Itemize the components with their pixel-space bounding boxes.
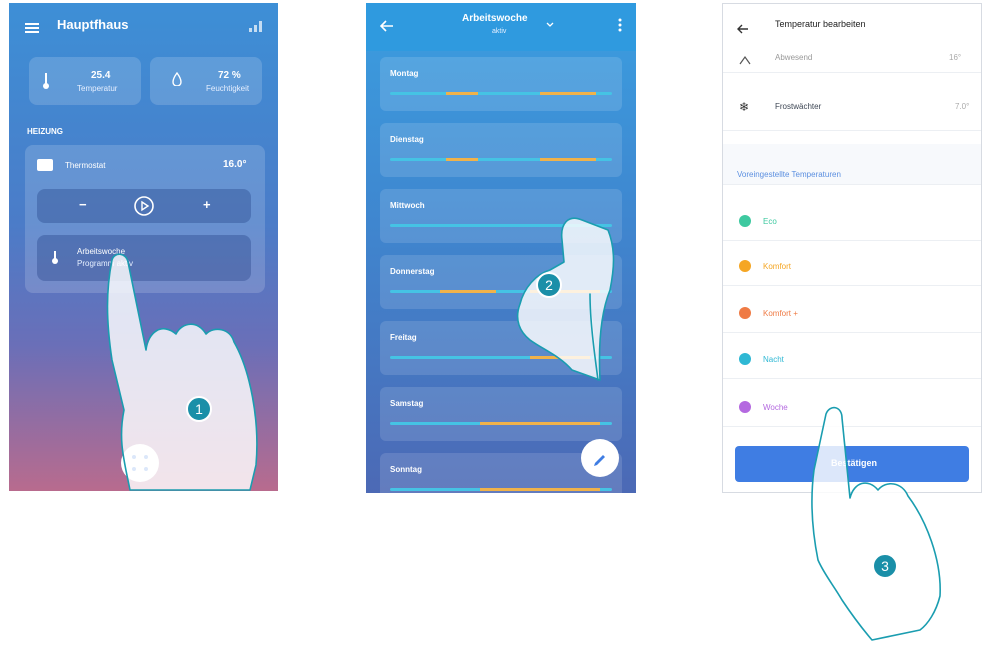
day-label: Freitag — [390, 333, 417, 342]
preset-row-comfort[interactable]: Komfort — [723, 247, 981, 286]
thermostat-name[interactable]: Thermostat — [65, 161, 105, 170]
eco-icon — [739, 215, 751, 227]
more-options-icon[interactable] — [618, 18, 622, 37]
day-label: Donnerstag — [390, 267, 435, 276]
edit-title: Temperatur bearbeiten — [775, 19, 866, 29]
program-title[interactable]: Arbeitswoche — [462, 13, 528, 24]
row-frost-guard[interactable]: ❄ Frostwächter 7.0° — [723, 84, 981, 131]
home-top-bar: Hauptfhaus — [9, 3, 278, 47]
thermostat-icon — [37, 159, 53, 171]
preset-label: Komfort + — [763, 309, 798, 318]
humidity-caption: Feuchtigkeit — [206, 84, 250, 93]
back-arrow-icon[interactable] — [737, 21, 749, 39]
comfort-segment — [480, 488, 600, 491]
comfort-plus-icon — [739, 307, 751, 319]
step-badge-3: 3 — [872, 553, 898, 579]
temperature-card: 25.4 Temperatur — [29, 57, 141, 105]
comfort-segment — [540, 92, 596, 95]
day-label: Montag — [390, 69, 419, 78]
preset-label: Nacht — [763, 355, 784, 364]
away-label: Abwesend — [775, 53, 813, 62]
hand-pointer-2 — [516, 217, 615, 381]
program-icon — [51, 251, 59, 270]
temperature-value: 25.4 — [91, 70, 111, 81]
frost-label: Frostwächter — [775, 102, 822, 111]
signal-icon — [249, 19, 263, 37]
humidity-card: 72 % Feuchtigkeit — [150, 57, 262, 105]
home-title: Hauptfhaus — [57, 17, 129, 32]
humidity-value: 72 % — [218, 70, 241, 81]
comfort-segment — [446, 158, 478, 161]
away-icon — [739, 52, 751, 70]
day-label: Mittwoch — [390, 201, 425, 210]
program-subtitle: aktiv — [492, 28, 507, 35]
preset-row-eco[interactable]: Eco — [723, 202, 981, 241]
preset-row-comfort-plus[interactable]: Komfort + — [723, 294, 981, 333]
day-label: Dienstag — [390, 135, 424, 144]
preset-label: Komfort — [763, 262, 792, 271]
temperature-caption: Temperatur — [77, 84, 118, 93]
snowflake-icon: ❄ — [739, 100, 750, 114]
back-arrow-icon[interactable] — [379, 19, 394, 37]
chevron-down-icon[interactable] — [546, 15, 554, 33]
menu-icon[interactable] — [25, 20, 39, 33]
thermometer-icon — [43, 73, 49, 94]
comfort-segment — [440, 290, 496, 293]
day-row-monday[interactable]: Montag — [380, 57, 622, 111]
program-mode-icon[interactable] — [133, 195, 155, 222]
comfort-segment — [446, 92, 478, 95]
step-badge-2: 2 — [536, 272, 562, 298]
day-label: Sonntag — [390, 465, 422, 474]
day-row-tuesday[interactable]: Dienstag — [380, 123, 622, 177]
night-icon — [739, 353, 751, 365]
section-heating-label: HEIZUNG — [27, 127, 63, 136]
comfort-icon — [739, 260, 751, 272]
step-badge-1: 1 — [186, 396, 212, 422]
week-icon — [739, 401, 751, 413]
day-row-saturday[interactable]: Samstag — [380, 387, 622, 441]
frost-value: 7.0° — [955, 102, 970, 111]
preset-section-header: Voreingestellte Temperaturen — [723, 144, 981, 185]
program-top-bar: Arbeitswoche aktiv — [366, 3, 636, 51]
edit-fab-button[interactable] — [581, 439, 619, 477]
comfort-segment — [540, 158, 596, 161]
increase-button[interactable]: + — [203, 197, 211, 212]
control-strip: − + — [37, 189, 251, 223]
comfort-segment — [480, 422, 600, 425]
thermostat-temp: 16.0° — [223, 159, 247, 170]
drop-icon — [172, 71, 182, 91]
preset-section-title: Voreingestellte Temperaturen — [737, 170, 841, 179]
hand-pointer-1 — [106, 253, 258, 491]
preset-label: Eco — [763, 217, 777, 226]
preset-row-night[interactable]: Nacht — [723, 340, 981, 379]
edit-top-bar: Temperatur bearbeiten — [723, 4, 981, 44]
row-away[interactable]: Abwesend 16° — [723, 44, 981, 73]
pencil-icon — [594, 455, 605, 466]
day-label: Samstag — [390, 399, 424, 408]
away-value: 16° — [949, 53, 962, 62]
hand-pointer-3 — [811, 406, 941, 641]
decrease-button[interactable]: − — [79, 197, 87, 212]
